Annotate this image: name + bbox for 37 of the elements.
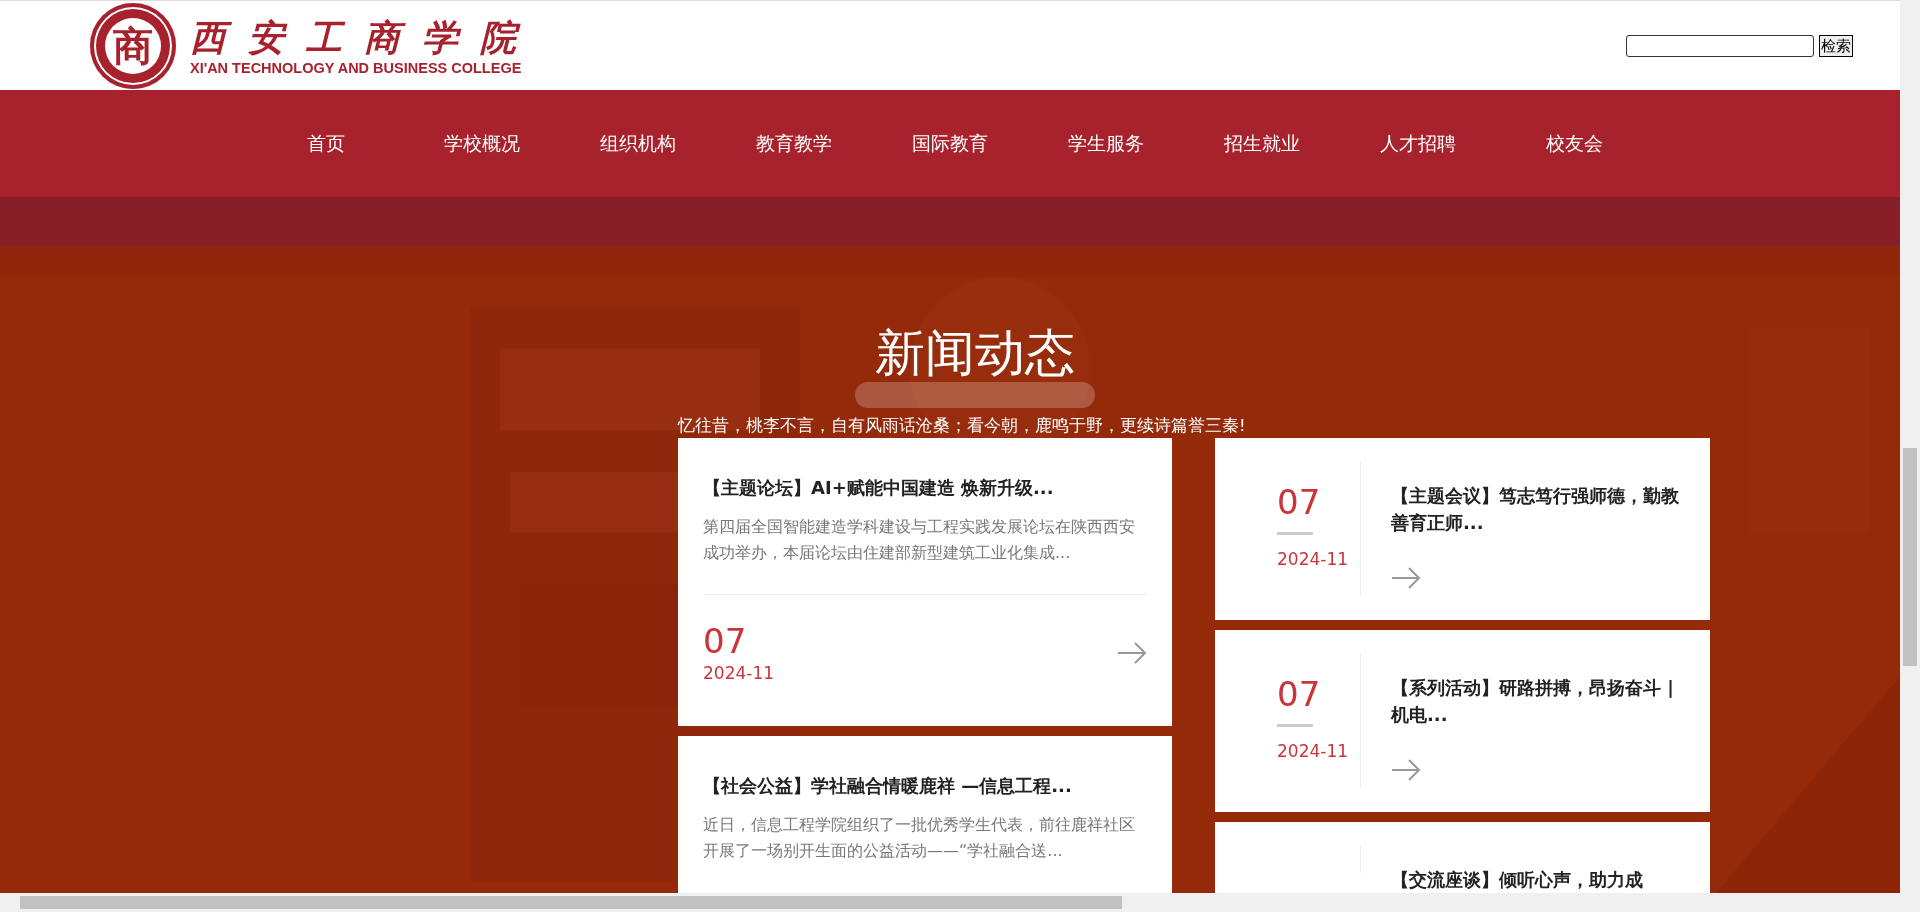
nav-link[interactable]: 国际教育: [872, 130, 1028, 157]
news-title[interactable]: 【主题会议】笃志笃行强师德，勤教善育正师...: [1391, 482, 1681, 536]
emblem-icon: 商: [90, 2, 176, 89]
news-summary: 近日，信息工程学院组织了一批优秀学生代表，前往鹿祥社区开展了一场别开生面的公益活动——“学社融合送...: [703, 814, 1136, 862]
vertical-scrollbar[interactable]: [1900, 0, 1920, 893]
news-day: 07: [1277, 674, 1360, 714]
news-card[interactable]: 07 2024-11 【主题会议】笃志笃行强师德，勤教善育正师...: [1215, 438, 1710, 620]
college-name: 西安工商学院: [190, 16, 538, 60]
news-month: 2024-11: [703, 662, 775, 685]
search-field[interactable]: [1626, 34, 1814, 57]
news-summary: 第四届全国智能建造学科建设与工程实践发展论坛在陕西西安成功举办，本届论坛由住建部新型建筑工业化集成...: [703, 516, 1136, 564]
arrow-icon[interactable]: [1391, 758, 1421, 782]
news-card[interactable]: 【主题论坛】AI+赋能中国建造 焕新升级... 第四届全国智能建造学科建设与工程实践发展论坛在陕西西安成功举办，本届论坛由住建部新型建筑工业化集成... 07 2024-11: [678, 438, 1172, 726]
nav-link[interactable]: 首页: [248, 130, 404, 157]
news-title[interactable]: 【交流座谈】倾听心声，助力成: [1391, 866, 1681, 893]
news-month: 2024-11: [1277, 740, 1350, 763]
arrow-icon[interactable]: [1391, 566, 1421, 590]
nav-link[interactable]: 学生服务: [1028, 130, 1184, 157]
nav-link[interactable]: 校友会: [1496, 130, 1652, 157]
news-title[interactable]: 【系列活动】研路拼搏，昂扬奋斗 | 机电...: [1391, 674, 1681, 728]
nav-link[interactable]: 组织机构: [560, 130, 716, 157]
news-title[interactable]: 【主题论坛】AI+赋能中国建造 焕新升级...: [703, 476, 1147, 500]
section-subtitle: 忆往昔，桃李不言，自有风雨话沧桑；看今朝，鹿鸣于野，更续诗篇誉三秦!: [678, 415, 1246, 437]
nav-link[interactable]: 招生就业: [1184, 130, 1340, 157]
news-day: 07: [703, 621, 775, 661]
search-button[interactable]: 检索: [1819, 34, 1853, 57]
nav-link[interactable]: 学校概况: [404, 130, 560, 157]
news-card[interactable]: 07 2024-11 【系列活动】研路拼搏，昂扬奋斗 | 机电...: [1215, 630, 1710, 812]
news-day: 07: [1277, 482, 1360, 522]
nav-link[interactable]: 人才招聘: [1340, 130, 1496, 157]
news-title[interactable]: 【社会公益】学社融合情暖鹿祥 —信息工程...: [703, 774, 1147, 798]
arrow-icon[interactable]: [1117, 641, 1147, 665]
college-english-name: XI'AN TECHNOLOGY AND BUSINESS COLLEGE: [190, 59, 523, 76]
section-title: 新闻动态: [875, 324, 1075, 382]
nav-link[interactable]: 教育教学: [716, 130, 872, 157]
horizontal-scrollbar[interactable]: [0, 893, 1920, 912]
news-month: 2024-11: [1277, 548, 1350, 571]
